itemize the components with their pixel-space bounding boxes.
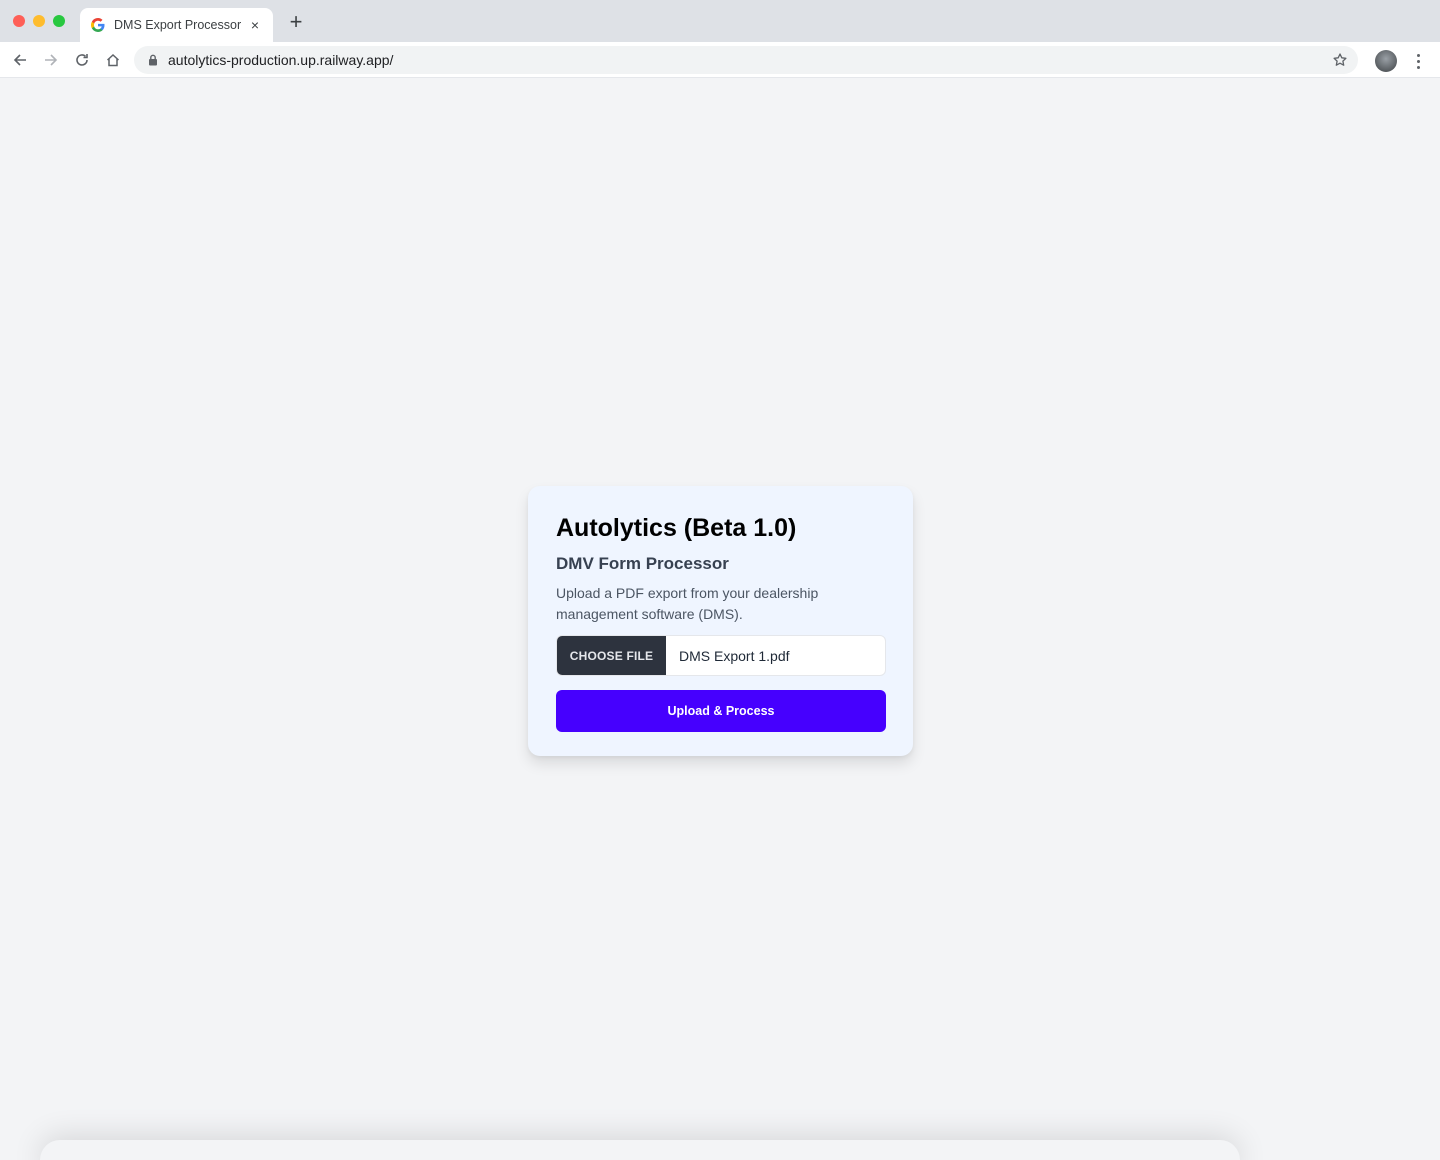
browser-window: DMS Export Processor × + autolytics-prod… xyxy=(0,0,1440,1160)
file-input[interactable]: CHOOSE FILE DMS Export 1.pdf xyxy=(556,635,886,676)
upload-description: Upload a PDF export from your dealership… xyxy=(556,585,819,622)
browser-menu-button[interactable] xyxy=(1410,51,1426,71)
close-window-button[interactable] xyxy=(13,15,25,27)
address-bar[interactable]: autolytics-production.up.railway.app/ xyxy=(134,46,1358,74)
maximize-window-button[interactable] xyxy=(53,15,65,27)
arrow-right-icon xyxy=(45,54,58,66)
home-button[interactable] xyxy=(103,50,123,70)
bookmark-star-icon[interactable] xyxy=(1332,52,1348,68)
back-button[interactable] xyxy=(10,50,30,70)
menu-dot xyxy=(1416,59,1420,63)
page-title: Autolytics (Beta 1.0) xyxy=(556,514,797,542)
lock-icon xyxy=(149,54,157,66)
google-g-icon xyxy=(91,18,105,32)
upload-process-button[interactable]: Upload & Process xyxy=(556,690,886,732)
page-subtitle: DMV Form Processor xyxy=(556,554,729,573)
home-icon xyxy=(106,53,120,67)
upload-card: Autolytics (Beta 1.0) DMV Form Processor… xyxy=(528,486,913,756)
tab-bar: DMS Export Processor × + xyxy=(0,0,1440,42)
profile-avatar[interactable] xyxy=(1375,50,1397,72)
menu-dot xyxy=(1416,53,1420,57)
reload-button[interactable] xyxy=(72,50,92,70)
url-text[interactable]: autolytics-production.up.railway.app/ xyxy=(168,52,393,68)
new-tab-button[interactable]: + xyxy=(286,11,306,33)
bottom-shadow xyxy=(40,1140,1240,1160)
selected-file-name: DMS Export 1.pdf xyxy=(679,647,790,664)
tab-close-icon[interactable]: × xyxy=(247,17,263,33)
tab-title: DMS Export Processor xyxy=(114,18,242,32)
arrow-left-icon xyxy=(13,54,26,66)
minimize-window-button[interactable] xyxy=(33,15,45,27)
menu-dot xyxy=(1416,65,1420,69)
forward-button[interactable] xyxy=(41,50,61,70)
browser-toolbar: autolytics-production.up.railway.app/ xyxy=(0,42,1440,78)
choose-file-button[interactable]: CHOOSE FILE xyxy=(557,636,666,675)
browser-tab[interactable]: DMS Export Processor × xyxy=(80,8,273,42)
reload-icon xyxy=(76,54,88,66)
